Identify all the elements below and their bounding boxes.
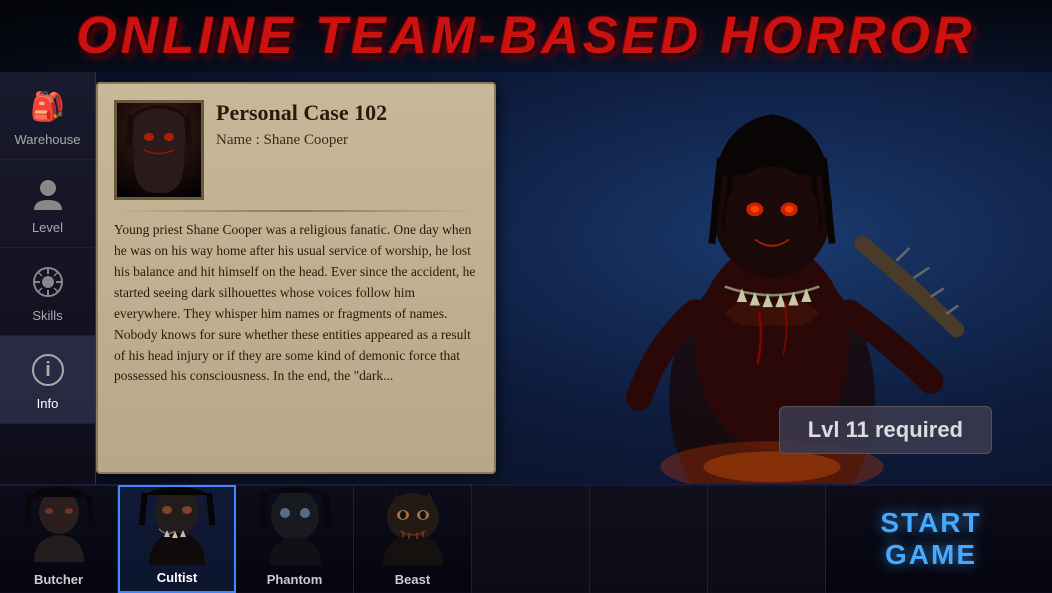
- character-thumb-cultist[interactable]: Cultist: [118, 485, 236, 593]
- case-panel: Personal Case 102 Name : Shane Cooper Yo…: [96, 82, 496, 474]
- info-icon: i: [26, 348, 70, 392]
- title-bar: ONLINE TEAM-BASED HORROR: [0, 0, 1052, 72]
- beast-label: Beast: [395, 572, 430, 587]
- character-thumb-phantom[interactable]: Phantom: [236, 485, 354, 593]
- sidebar-item-warehouse[interactable]: 🎒 Warehouse: [0, 72, 95, 160]
- sidebar: 🎒 Warehouse Level S: [0, 72, 96, 484]
- sidebar-label-level: Level: [32, 220, 63, 235]
- empty-slot-1[interactable]: [472, 485, 590, 593]
- cultist-art: [120, 487, 234, 567]
- main-title: ONLINE TEAM-BASED HORROR: [76, 6, 975, 66]
- case-title: Personal Case 102: [216, 100, 478, 126]
- butcher-label: Butcher: [34, 572, 83, 587]
- sidebar-item-skills[interactable]: Skills: [0, 248, 95, 336]
- sidebar-label-skills: Skills: [32, 308, 62, 323]
- sidebar-label-info: Info: [37, 396, 59, 411]
- character-thumb-butcher[interactable]: Butcher: [0, 485, 118, 593]
- start-game-button[interactable]: START GAME: [826, 495, 1036, 583]
- portrait-inner: [117, 103, 201, 197]
- sidebar-item-info[interactable]: i Info: [0, 336, 95, 424]
- sidebar-item-level[interactable]: Level: [0, 160, 95, 248]
- character-portrait: [114, 100, 204, 200]
- main-content: Lvl 11 required: [96, 72, 1052, 484]
- case-header: Personal Case 102 Name : Shane Cooper: [114, 100, 478, 200]
- beast-art: [354, 485, 471, 569]
- case-title-block: Personal Case 102 Name : Shane Cooper: [216, 100, 478, 149]
- character-thumb-beast[interactable]: Beast: [354, 485, 472, 593]
- level-required-badge: Lvl 11 required: [779, 406, 992, 454]
- svg-text:i: i: [45, 359, 51, 381]
- case-divider: [114, 210, 478, 212]
- sidebar-label-warehouse: Warehouse: [15, 132, 81, 147]
- level-icon: [26, 172, 70, 216]
- empty-slot-2[interactable]: [590, 485, 708, 593]
- cultist-label: Cultist: [157, 570, 197, 585]
- portrait-svg: [119, 105, 199, 195]
- bottom-bar: Butcher Cultist: [0, 484, 1052, 592]
- case-body: Young priest Shane Cooper was a religiou…: [114, 220, 478, 387]
- skills-icon: [26, 260, 70, 304]
- case-name: Name : Shane Cooper: [216, 132, 478, 149]
- empty-slot-3[interactable]: [708, 485, 826, 593]
- phantom-art: [236, 485, 353, 569]
- warehouse-icon: 🎒: [26, 84, 70, 128]
- character-area: Lvl 11 required: [492, 72, 1052, 484]
- phantom-label: Phantom: [267, 572, 323, 587]
- butcher-art: [0, 485, 117, 569]
